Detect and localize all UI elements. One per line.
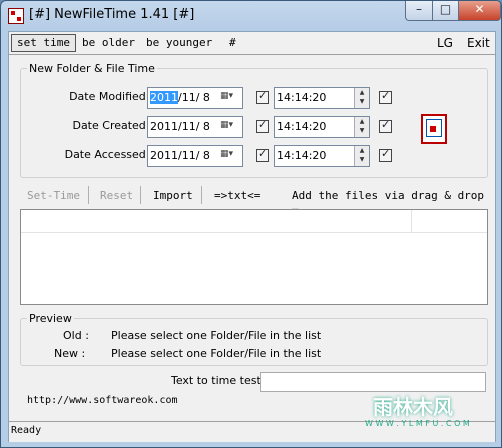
preview-new-label: New :: [54, 347, 86, 360]
import-button[interactable]: Import: [153, 188, 193, 204]
time-created-input[interactable]: 14:14:20 ▲ ▼: [274, 116, 370, 138]
watermark-text: 雨林木风: [373, 395, 453, 419]
file-list[interactable]: [20, 209, 488, 305]
date-created-label: Date Created :: [72, 119, 153, 132]
time-created-checkbox[interactable]: [379, 118, 392, 133]
calendar-dropdown-icon[interactable]: ▦▾: [220, 149, 240, 162]
date-accessed-label: Date Accessed :: [64, 148, 153, 161]
file-list-column-separator[interactable]: [411, 210, 412, 232]
toolbar-separator: [201, 186, 202, 204]
time-modified-checkbox[interactable]: [379, 89, 392, 104]
toolbar-separator: [88, 186, 89, 204]
date-created-input[interactable]: 2011/11/ 8 ▦▾: [147, 116, 243, 138]
date-modified-rest: /11/ 8: [178, 91, 210, 104]
calendar-dropdown-icon[interactable]: ▦▾: [220, 120, 240, 133]
time-accessed-checkbox[interactable]: [379, 147, 392, 162]
website-link[interactable]: http://www.softwareok.com: [27, 395, 178, 406]
menu-language[interactable]: LG: [437, 35, 453, 51]
preview-old-text: Please select one Folder/File in the lis…: [111, 329, 322, 342]
export-txt-button[interactable]: =>txt<=: [214, 188, 260, 204]
menu-be-younger[interactable]: be younger: [146, 35, 212, 51]
time-created-spinner[interactable]: ▲ ▼: [354, 117, 369, 137]
app-icon: [8, 8, 24, 24]
menu-hash[interactable]: #: [229, 35, 236, 51]
date-accessed-checkbox[interactable]: [256, 147, 269, 162]
date-modified-year: 2011: [150, 91, 178, 104]
time-accessed-input[interactable]: 14:14:20 ▲ ▼: [274, 145, 370, 167]
watermark: 雨林木风 W W W . Y L M F U . C O M: [361, 381, 491, 441]
time-accessed-spinner[interactable]: ▲ ▼: [354, 146, 369, 166]
date-modified-input[interactable]: 2011/11/ 8 ▦▾: [147, 87, 243, 109]
window-title: [#] NewFileTime 1.41 [#]: [29, 7, 195, 22]
menu-set-time[interactable]: set time: [11, 34, 76, 52]
apply-time-icon[interactable]: [421, 114, 447, 144]
toolbar-separator: [140, 186, 141, 204]
calendar-dropdown-icon[interactable]: ▦▾: [220, 91, 240, 104]
menu-be-older[interactable]: be older: [82, 35, 135, 51]
time-modified-value: 14:14:20: [277, 91, 327, 104]
app-window: [#] NewFileTime 1.41 [#] – □ ✕ set time …: [0, 0, 502, 448]
time-created-value: 14:14:20: [277, 120, 327, 133]
watermark-url: W W W . Y L M F U . C O M: [365, 419, 470, 428]
set-time-button[interactable]: Set-Time: [27, 188, 80, 204]
menu-bar: set time be older be younger # LG Exit: [9, 32, 495, 54]
close-button[interactable]: ✕: [458, 1, 501, 21]
client-area: set time be older be younger # LG Exit N…: [8, 31, 496, 442]
preview-group: Preview Old : Please select one Folder/F…: [20, 312, 488, 366]
date-created-checkbox[interactable]: [256, 118, 269, 133]
date-modified-checkbox[interactable]: [256, 89, 269, 104]
new-time-group: New Folder & File Time Date Modified : 2…: [20, 62, 488, 178]
tester-label: Text to time tester: [171, 374, 273, 387]
time-modified-input[interactable]: 14:14:20 ▲ ▼: [274, 87, 370, 109]
minimize-button[interactable]: –: [405, 1, 433, 21]
maximize-button[interactable]: □: [432, 1, 459, 21]
date-accessed-value: 2011/11/ 8: [150, 149, 210, 162]
date-modified-label: Date Modified :: [69, 90, 153, 103]
time-modified-spinner[interactable]: ▲ ▼: [354, 88, 369, 108]
menu-exit[interactable]: Exit: [467, 35, 490, 51]
file-list-header: [21, 210, 487, 233]
preview-title: Preview: [27, 312, 74, 325]
date-accessed-input[interactable]: 2011/11/ 8 ▦▾: [147, 145, 243, 167]
preview-old-label: Old :: [63, 329, 89, 342]
preview-new-text: Please select one Folder/File in the lis…: [111, 347, 322, 360]
date-created-value: 2011/11/ 8: [150, 120, 210, 133]
group-title: New Folder & File Time: [27, 62, 157, 75]
reset-button[interactable]: Reset: [100, 188, 133, 204]
status-text: Ready: [11, 425, 42, 436]
title-bar: [#] NewFileTime 1.41 [#] – □ ✕: [1, 1, 501, 31]
menu-separator: [9, 54, 495, 55]
drag-drop-dropdown[interactable]: Add the files via drag & drop ▼: [292, 188, 495, 218]
time-accessed-value: 14:14:20: [277, 149, 327, 162]
